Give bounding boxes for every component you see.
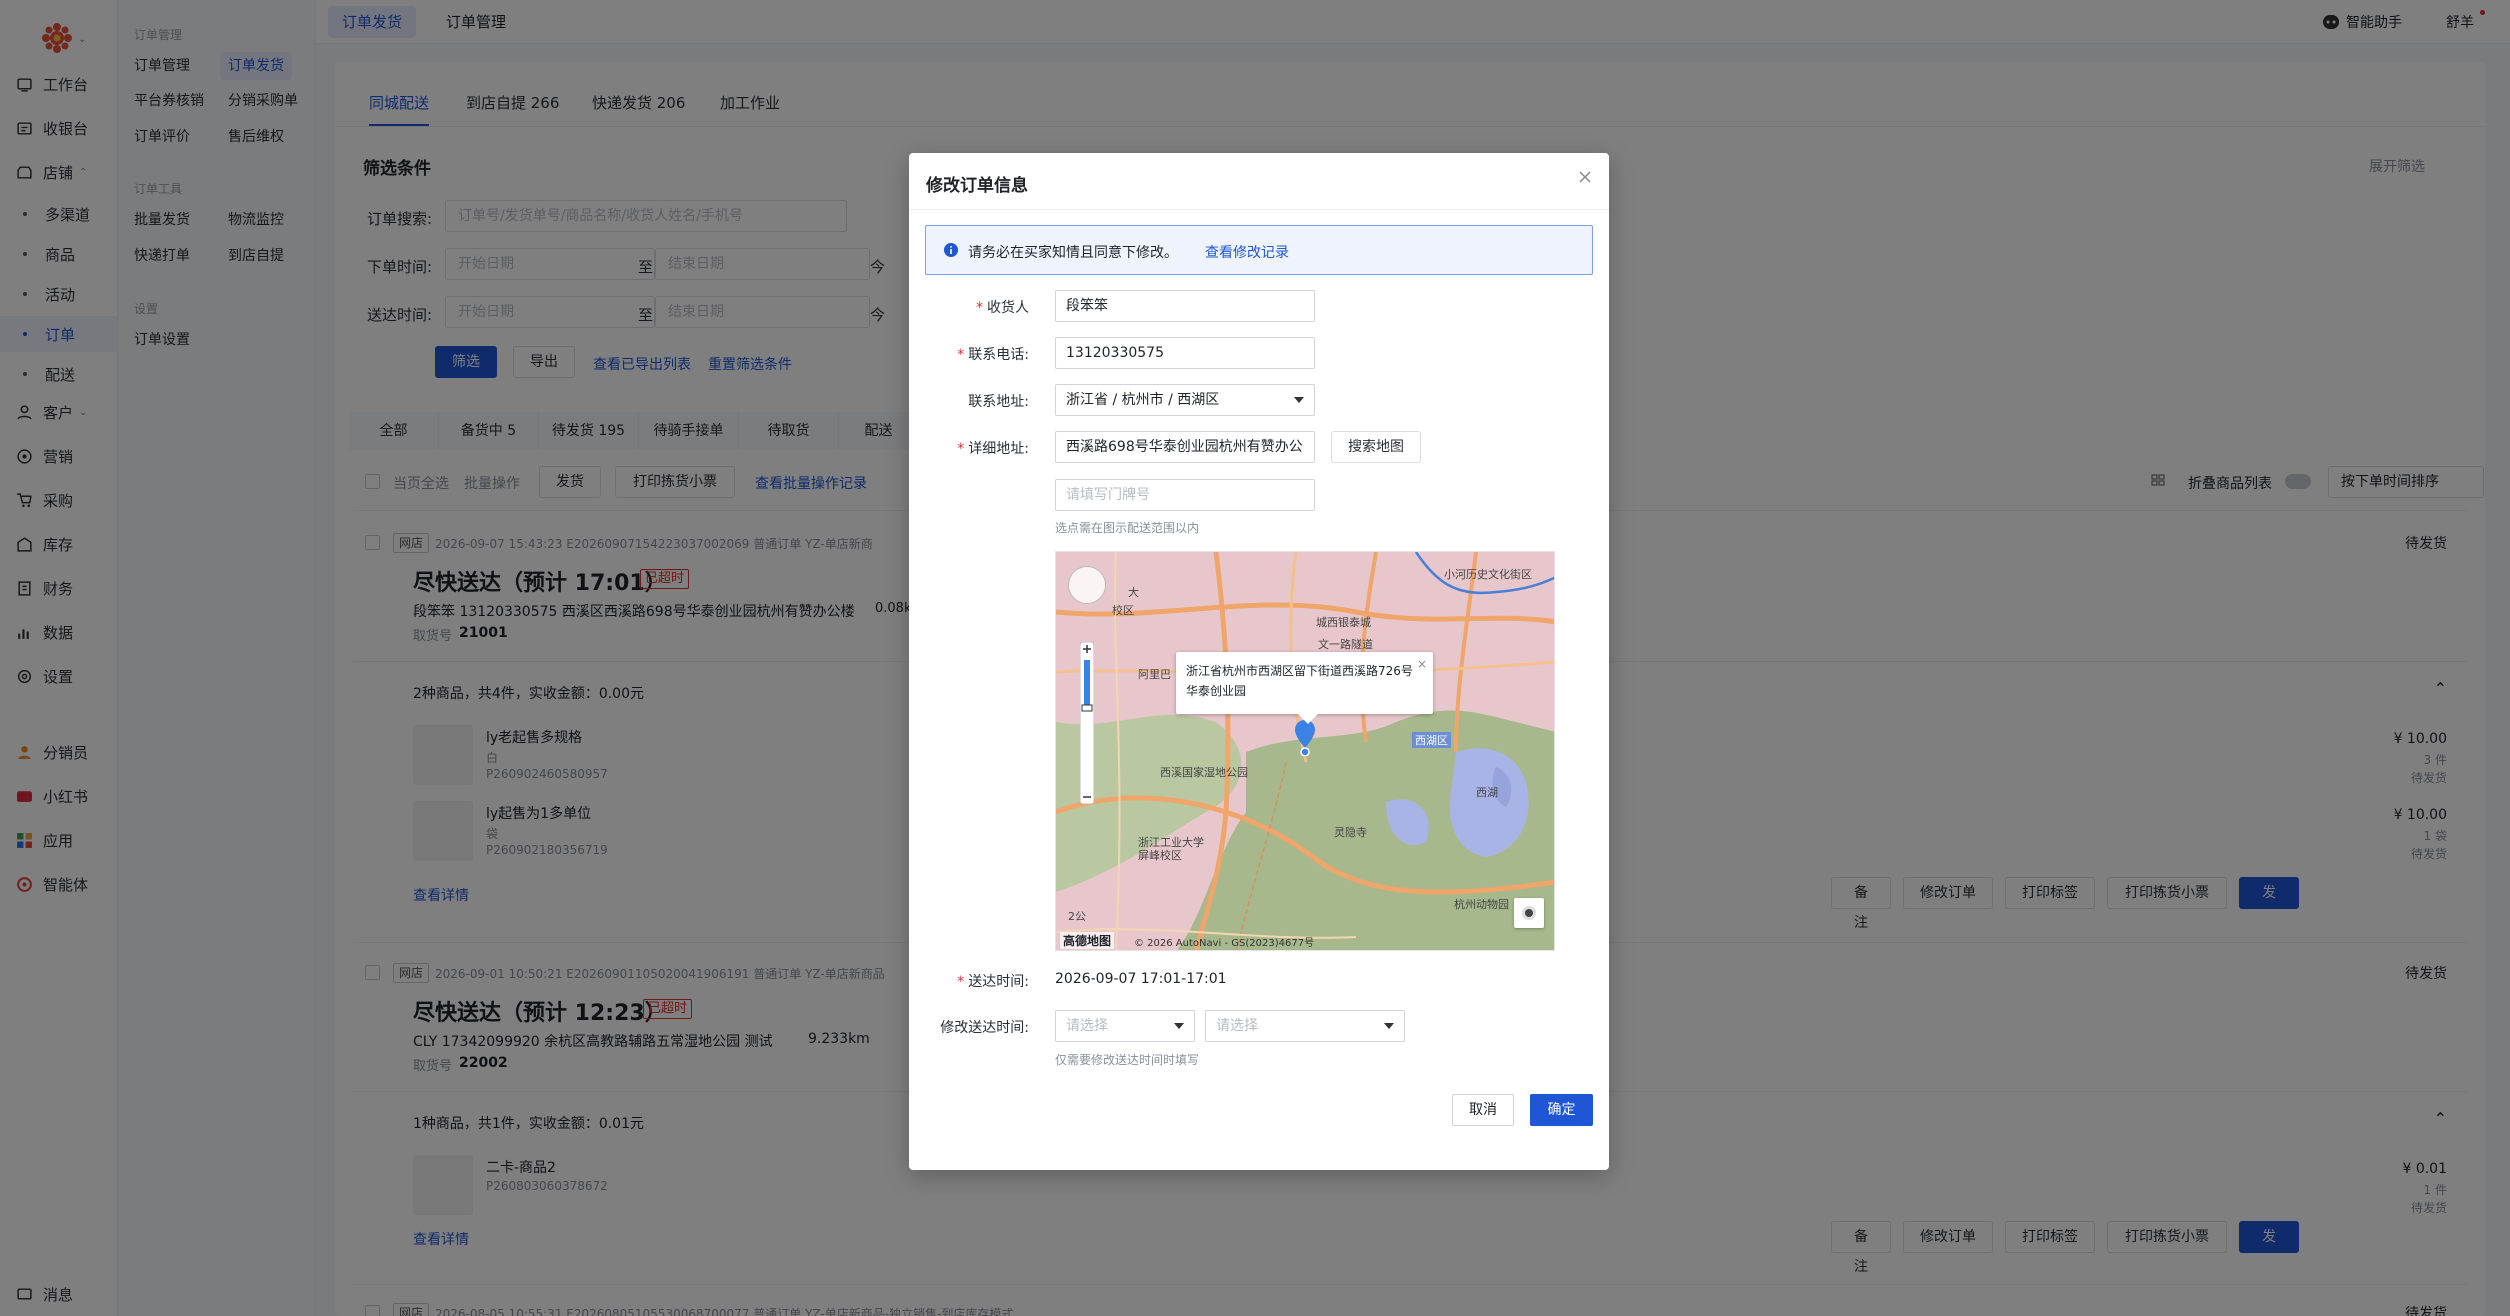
map-logo: 高德地图 xyxy=(1060,932,1115,949)
detail-address-value: 西溪路698号华泰创业园杭州有赞办公 xyxy=(1066,439,1303,455)
door-number-placeholder: 请填写门牌号 xyxy=(1066,487,1150,503)
map-label: 校区 xyxy=(1112,604,1134,617)
deliver-time-label-text: 送达时间: xyxy=(968,974,1029,990)
receiver-input[interactable]: 段笨笨 xyxy=(1055,290,1315,322)
detail-address-label-text: 详细地址: xyxy=(968,441,1029,457)
map-copyright: © 2026 AutoNavi - GS(2023)4677号 xyxy=(1134,938,1315,949)
phone-input[interactable]: 13120330575 xyxy=(1055,337,1315,369)
dialog-title: 修改订单信息 xyxy=(926,176,1028,196)
view-history-link[interactable]: 查看修改记录 xyxy=(1205,242,1289,262)
phone-label-text: 联系电话: xyxy=(968,347,1029,363)
zoom-slider[interactable] xyxy=(1080,642,1094,804)
edit-order-dialog: 修改订单信息 请务必在买家知情且同意下修改。 查看修改记录 * 收货人 段笨笨 *… xyxy=(909,153,1609,1170)
modify-slot-select[interactable]: 请选择 xyxy=(1205,1010,1405,1042)
map-label: 西湖区 xyxy=(1412,732,1451,748)
map-label: 2公 xyxy=(1068,910,1086,923)
door-number-input[interactable]: 请填写门牌号 xyxy=(1055,479,1315,511)
search-map-button[interactable]: 搜索地图 xyxy=(1331,431,1421,463)
notice-text: 请务必在买家知情且同意下修改。 xyxy=(968,245,1178,261)
map-label: 杭州动物园 xyxy=(1454,898,1509,911)
info-icon xyxy=(944,243,958,257)
notice-banner: 请务必在买家知情且同意下修改。 查看修改记录 xyxy=(925,225,1593,275)
map-label: 西溪国家湿地公园 xyxy=(1160,766,1248,779)
receiver-label-text: 收货人 xyxy=(987,300,1029,316)
popup-address: 浙江省杭州市西湖区留下街道西溪路726号华泰创业园 xyxy=(1186,664,1413,698)
region-label-text: 联系地址: xyxy=(968,394,1029,410)
map-label: 西湖 xyxy=(1476,786,1498,799)
cancel-button[interactable]: 取消 xyxy=(1452,1094,1514,1126)
map-label: 阿里巴 xyxy=(1138,668,1171,681)
receiver-value: 段笨笨 xyxy=(1066,298,1108,314)
region-label: 联系地址: xyxy=(909,391,1029,411)
confirm-button[interactable]: 确定 xyxy=(1530,1094,1593,1126)
caret-down-icon xyxy=(1294,397,1304,403)
map-pin-icon xyxy=(1295,720,1315,756)
map-label: 浙江工业大学屏峰校区 xyxy=(1138,836,1204,862)
detail-address-input[interactable]: 西溪路698号华泰创业园杭州有赞办公 xyxy=(1055,431,1315,463)
region-value: 浙江省 / 杭州市 / 西湖区 xyxy=(1066,392,1220,408)
caret-down-icon xyxy=(1174,1023,1184,1029)
map-address-popup: 浙江省杭州市西湖区留下街道西溪路726号华泰创业园 × xyxy=(1176,652,1433,724)
compass-icon[interactable] xyxy=(1068,566,1106,604)
deliver-time-value: 2026-09-07 17:01-17:01 xyxy=(1055,971,1227,987)
address-map[interactable]: 小河历史文化街区 城西银泰城 文一路隧道 阿里巴 西溪国家湿地公园 西湖区 西湖… xyxy=(1055,551,1555,951)
select-placeholder: 请选择 xyxy=(1216,1018,1258,1034)
map-label: 大 xyxy=(1128,586,1139,599)
modify-date-select[interactable]: 请选择 xyxy=(1055,1010,1195,1042)
deliver-time-label: * 送达时间: xyxy=(957,974,1029,990)
modify-time-label: 修改送达时间: xyxy=(909,1017,1029,1037)
phone-label: * 联系电话: xyxy=(957,347,1029,363)
map-hint: 选点需在图示配送范围以内 xyxy=(1055,521,1200,535)
close-icon[interactable] xyxy=(1575,167,1595,187)
dialog-divider xyxy=(909,209,1609,210)
locate-icon[interactable] xyxy=(1514,898,1544,928)
map-label: 灵隐寺 xyxy=(1334,826,1367,839)
detail-address-label: * 详细地址: xyxy=(957,441,1029,457)
receiver-label: * 收货人 xyxy=(976,300,1029,316)
map-label: 小河历史文化街区 xyxy=(1444,568,1532,581)
map-label: 文一路隧道 xyxy=(1318,638,1373,651)
map-footer: 高德地图 © 2026 AutoNavi - GS(2023)4677号 xyxy=(1056,928,1554,950)
select-placeholder: 请选择 xyxy=(1066,1018,1108,1034)
phone-value: 13120330575 xyxy=(1066,345,1164,361)
popup-close-icon[interactable]: × xyxy=(1417,654,1427,674)
modify-time-label-text: 修改送达时间: xyxy=(940,1020,1029,1036)
map-label: 城西银泰城 xyxy=(1316,616,1371,629)
caret-down-icon xyxy=(1384,1023,1394,1029)
region-select[interactable]: 浙江省 / 杭州市 / 西湖区 xyxy=(1055,384,1315,416)
modify-time-hint: 仅需要修改送达时间时填写 xyxy=(1055,1053,1200,1067)
